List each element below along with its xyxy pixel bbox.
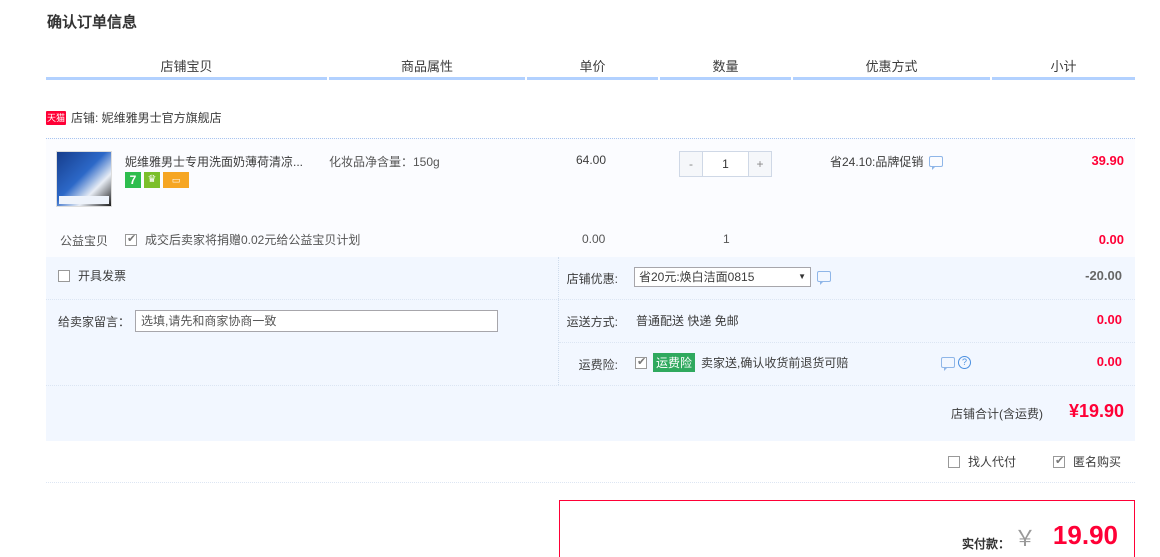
insurance-label: 运费险:: [578, 358, 618, 372]
charity-quantity: 1: [723, 232, 730, 246]
shop-discount-label: 店铺优惠:: [566, 272, 618, 286]
help-icon[interactable]: ?: [958, 356, 971, 369]
product-name-link[interactable]: 妮维雅男士专用洗面奶薄荷清凉...: [125, 153, 325, 170]
unit-price: 64.00: [576, 153, 607, 167]
shop-line: 天猫 店铺: 妮维雅男士官方旗舰店: [46, 109, 222, 126]
chevron-down-icon: ▼: [798, 272, 806, 281]
promo-text: 省24.10:品牌促销: [830, 155, 924, 169]
page-title: 确认订单信息: [47, 14, 138, 31]
invoice-label: 开具发票: [78, 269, 127, 283]
charity-checkbox[interactable]: [125, 232, 137, 246]
quantity-stepper: - 1 +: [679, 151, 772, 177]
insurance-icons: ?: [941, 356, 971, 371]
col-header-item: 店铺宝贝: [46, 56, 327, 80]
shop-discount-selected: 省20元:焕白洁面0815: [639, 270, 755, 284]
payment-amount: 19.90: [1052, 520, 1118, 550]
memo-label: 给卖家留言：: [58, 315, 131, 329]
item-row: 妮维雅男士专用洗面奶薄荷清凉... 化妆品净含量：150g 7 ♛ ▭ 64.0…: [46, 139, 1135, 257]
chat-icon[interactable]: [929, 156, 944, 170]
proxy-pay-checkbox[interactable]: [948, 455, 960, 468]
section-divider: [46, 482, 1135, 483]
memo-input[interactable]: 选填,请先和商家协商一致: [135, 310, 498, 332]
insurance-option: 运费险 卖家送,确认收货前退货可赔: [635, 353, 848, 372]
options-divider: [558, 257, 559, 385]
service-icons: 7 ♛ ▭: [125, 172, 189, 188]
payment-currency: ￥: [1013, 526, 1036, 551]
product-spec: 化妆品净含量：150g: [329, 155, 440, 169]
col-header-unit-price: 单价: [527, 56, 658, 80]
proxy-pay-label: 找人代付: [968, 455, 1017, 469]
charity-option: 成交后卖家将捐赠0.02元给公益宝贝计划: [125, 231, 360, 248]
seven-day-return-icon[interactable]: 7: [125, 172, 141, 188]
shop-total-value: ¥19.90: [1068, 401, 1124, 421]
qty-plus-button[interactable]: +: [749, 152, 771, 176]
product-thumbnail[interactable]: [56, 151, 112, 207]
col-header-quantity: 数量: [660, 56, 791, 80]
promo-info: 省24.10:品牌促销: [830, 153, 944, 170]
guarantee-icon[interactable]: ♛: [144, 172, 160, 188]
row-divider: [46, 385, 1135, 386]
row-divider: [559, 342, 1135, 343]
proxy-pay-option: 找人代付: [948, 453, 1016, 470]
payment-summary-box: 实付款： ￥ 19.90: [559, 500, 1135, 557]
qty-input[interactable]: 1: [702, 152, 749, 176]
insurance-tag: 运费险: [653, 353, 696, 372]
item-subtotal: 39.90: [1091, 153, 1124, 168]
insurance-checkbox[interactable]: [635, 355, 647, 369]
payment-label: 实付款：: [961, 537, 1010, 551]
shop-discount-value: -20.00: [1085, 268, 1122, 283]
shop-total-label: 店铺合计(含运费): [951, 407, 1043, 421]
shop-name-link[interactable]: 店铺: 妮维雅男士官方旗舰店: [71, 109, 222, 126]
shipping-value: 0.00: [1096, 312, 1122, 327]
qty-minus-button[interactable]: -: [680, 152, 702, 176]
insurance-value: 0.00: [1096, 354, 1122, 369]
shipping-label: 运送方式:: [566, 315, 618, 329]
shipping-method: 普通配送 快递 免邮: [636, 314, 739, 328]
col-header-discount: 优惠方式: [793, 56, 990, 80]
invoice-option: 开具发票: [58, 267, 126, 284]
anonymous-option: 匿名购买: [1053, 453, 1121, 470]
anonymous-checkbox[interactable]: [1053, 454, 1065, 468]
chat-icon[interactable]: [941, 357, 955, 371]
row-divider: [46, 299, 1135, 300]
charity-subtotal: 0.00: [1098, 232, 1124, 247]
col-header-attributes: 商品属性: [329, 56, 525, 80]
charity-text: 成交后卖家将捐赠0.02元给公益宝贝计划: [145, 233, 361, 247]
charity-label: 公益宝贝: [60, 234, 109, 248]
invoice-checkbox[interactable]: [58, 269, 70, 282]
tmall-badge-icon: 天猫: [46, 110, 66, 125]
insurance-text: 卖家送,确认收货前退货可赔: [701, 356, 849, 370]
col-header-subtotal: 小计: [992, 56, 1135, 80]
card-payment-icon[interactable]: ▭: [163, 172, 189, 188]
chat-icon[interactable]: [817, 271, 831, 285]
order-item-block: 妮维雅男士专用洗面奶薄荷清凉... 化妆品净含量：150g 7 ♛ ▭ 64.0…: [46, 138, 1135, 441]
anonymous-label: 匿名购买: [1073, 455, 1122, 469]
shop-discount-select[interactable]: 省20元:焕白洁面0815 ▼: [634, 267, 811, 287]
charity-price: 0.00: [582, 232, 606, 246]
